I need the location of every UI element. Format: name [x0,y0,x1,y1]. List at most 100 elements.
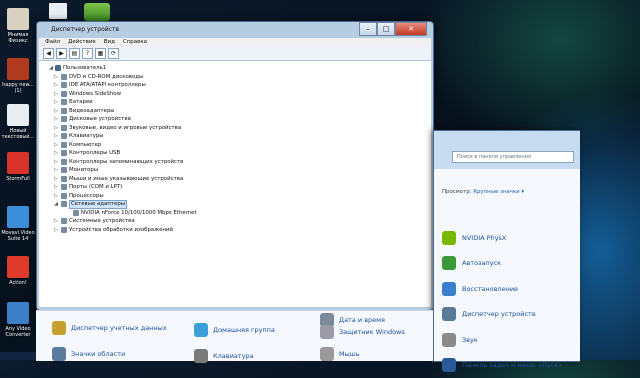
menu-view[interactable]: Вид [104,38,115,47]
expand-icon[interactable]: ▷ [53,227,59,233]
device-label: DVD и CD-ROM дисководы [69,73,143,82]
app-shortcut-icon[interactable] [84,3,110,21]
record-icon [7,256,29,278]
device-category[interactable]: ▷Клавиатуры [39,132,431,141]
device-label: Процессоры [69,192,104,201]
expand-icon[interactable]: ▷ [53,74,59,80]
device-category[interactable]: ▷ Процессоры [39,192,431,201]
view-selector[interactable]: Просмотр: Крупные значки ▾ [442,189,524,195]
forward-arrow-icon[interactable]: ▶ [56,48,67,59]
collapse-icon[interactable]: ◢ [53,201,59,207]
control-panel-item[interactable]: Диспетчер устройств [442,302,562,328]
expand-icon[interactable]: ▷ [53,218,59,224]
control-panel-lower: Диспетчер учетных данныхДомашняя группаД… [36,310,433,361]
expand-icon[interactable]: ▷ [53,150,59,156]
device-label: Системные устройства [69,217,135,226]
desktop-shortcut[interactable]: Мнимая Физикс [0,8,38,44]
desktop-shortcut[interactable]: StormFull [0,152,38,182]
converter-icon [7,302,29,324]
device-category[interactable]: ▷Устройства обработки изображений [39,226,431,235]
device-category[interactable]: ◢Сетевые адаптеры [39,200,431,209]
expand-icon[interactable]: ▷ [53,193,59,199]
tree-root[interactable]: ◢ Пользователь1 [39,64,431,73]
control-panel-item-label: Диспетчер устройств [462,310,536,318]
title-bar[interactable]: Диспетчер устройств – □ ✕ [37,22,433,36]
control-panel-item[interactable]: Значки области [52,347,125,361]
menu-action[interactable]: Действие [68,38,96,47]
view-dropdown[interactable]: Крупные значки ▾ [473,189,524,195]
device-label: Компьютер [69,141,101,150]
device-category[interactable]: ▷ Windows SideShow [39,90,431,99]
help-icon[interactable]: ? [82,48,93,59]
control-panel-item[interactable]: Диспетчер учетных данных [52,321,167,335]
taskbar[interactable] [0,352,36,360]
device-category[interactable]: ▷ Мониторы [39,166,431,175]
control-panel-item[interactable]: Восстановление [442,276,562,302]
desktop-shortcut[interactable]: Action! [0,256,38,286]
properties-icon[interactable]: ▤ [69,48,80,59]
device-label: Звуковые, видео и игровые устройства [69,124,181,133]
expand-icon[interactable]: ▷ [53,184,59,190]
desktop-shortcut[interactable]: Any Video Converter [0,302,38,338]
expand-icon[interactable]: ▷ [53,125,59,131]
mouse-icon [320,347,334,361]
device-category[interactable]: ▷Контроллеры запоминающих устройств [39,158,431,167]
control-panel-item-label: Автозапуск [462,259,501,267]
device-category[interactable]: ▷Батареи [39,98,431,107]
expand-icon[interactable]: ▷ [53,91,59,97]
control-panel-item[interactable]: Автозапуск [442,251,562,277]
device-tree[interactable]: ◢ Пользователь1 ▷DVD и CD-ROM дисководы▷… [39,61,431,307]
expand-icon[interactable]: ▷ [53,159,59,165]
control-panel-window[interactable]: Поиск в панели управления Просмотр: Круп… [433,130,580,362]
device-label: Мониторы [69,166,98,175]
search-input[interactable]: Поиск в панели управления [452,151,574,163]
device-category-icon [61,184,67,190]
desktop-shortcut[interactable]: Новый текстовый... [0,104,38,140]
expand-icon[interactable]: ▷ [53,133,59,139]
expand-icon[interactable]: ▷ [53,142,59,148]
device-category[interactable]: ▷ Компьютер [39,141,431,150]
close-button[interactable]: ✕ [395,22,427,36]
expand-icon[interactable]: ▷ [53,82,59,88]
device-category[interactable]: ▷Видеоадаптеры [39,107,431,116]
menu-help[interactable]: Справка [123,38,147,47]
file-icon[interactable] [49,3,67,19]
device-category[interactable]: ▷ DVD и CD-ROM дисководы [39,73,431,82]
control-panel-item[interactable]: Мышь [320,347,360,361]
device-category[interactable]: ▷ Системные устройства [39,217,431,226]
back-arrow-icon[interactable]: ◀ [43,48,54,59]
control-panel-item[interactable]: Защитник Windows [320,325,405,339]
device-manager-window[interactable]: Диспетчер устройств – □ ✕ Файл Действие … [36,21,434,311]
desktop-shortcut[interactable]: happy new... (1) [0,58,38,94]
view-icon[interactable]: ▦ [95,48,106,59]
device-category[interactable]: ▷ Звуковые, видео и игровые устройства [39,124,431,133]
expand-icon[interactable]: ▷ [53,167,59,173]
device-item[interactable]: NVIDIA nForce 10/100/1000 Mbps Ethernet [39,209,431,218]
menu-file[interactable]: Файл [45,38,60,47]
expand-icon[interactable]: ▷ [53,116,59,122]
expand-icon[interactable]: ▷ [53,108,59,114]
expand-icon[interactable]: ▷ [53,99,59,105]
device-label: Контроллеры USB [69,149,120,158]
device-label: Windows SideShow [69,90,121,99]
device-category-icon [61,125,67,131]
device-category[interactable]: ▷ Контроллеры USB [39,149,431,158]
tree-root-label: Пользователь1 [63,64,106,73]
control-panel-item[interactable]: Домашняя группа [194,323,275,337]
control-panel-item[interactable]: Звук [442,327,562,353]
expand-icon[interactable]: ▷ [53,176,59,182]
control-panel-item[interactable]: Клавиатура [194,349,254,363]
device-category-icon [61,201,67,207]
minimize-button[interactable]: – [359,22,377,36]
scan-hardware-icon[interactable]: ⟳ [108,48,119,59]
device-category[interactable]: ▷Порты (COM и LPT) [39,183,431,192]
toolbar: ◀ ▶ ▤ ? ▦ ⟳ [39,47,431,61]
desktop-shortcut[interactable]: Movavi Video Suite 14 [0,206,38,242]
collapse-icon[interactable]: ◢ [48,65,54,71]
device-category[interactable]: ▷Мыши и иные указывающие устройства [39,175,431,184]
control-panel-item[interactable]: Панель задач и меню «Пуск» [442,353,562,378]
maximize-button[interactable]: □ [377,22,395,36]
control-panel-item[interactable]: NVIDIA PhysX [442,225,562,251]
device-category[interactable]: ▷IDE ATA/ATAPI контроллеры [39,81,431,90]
device-category[interactable]: ▷Дисковые устройства [39,115,431,124]
